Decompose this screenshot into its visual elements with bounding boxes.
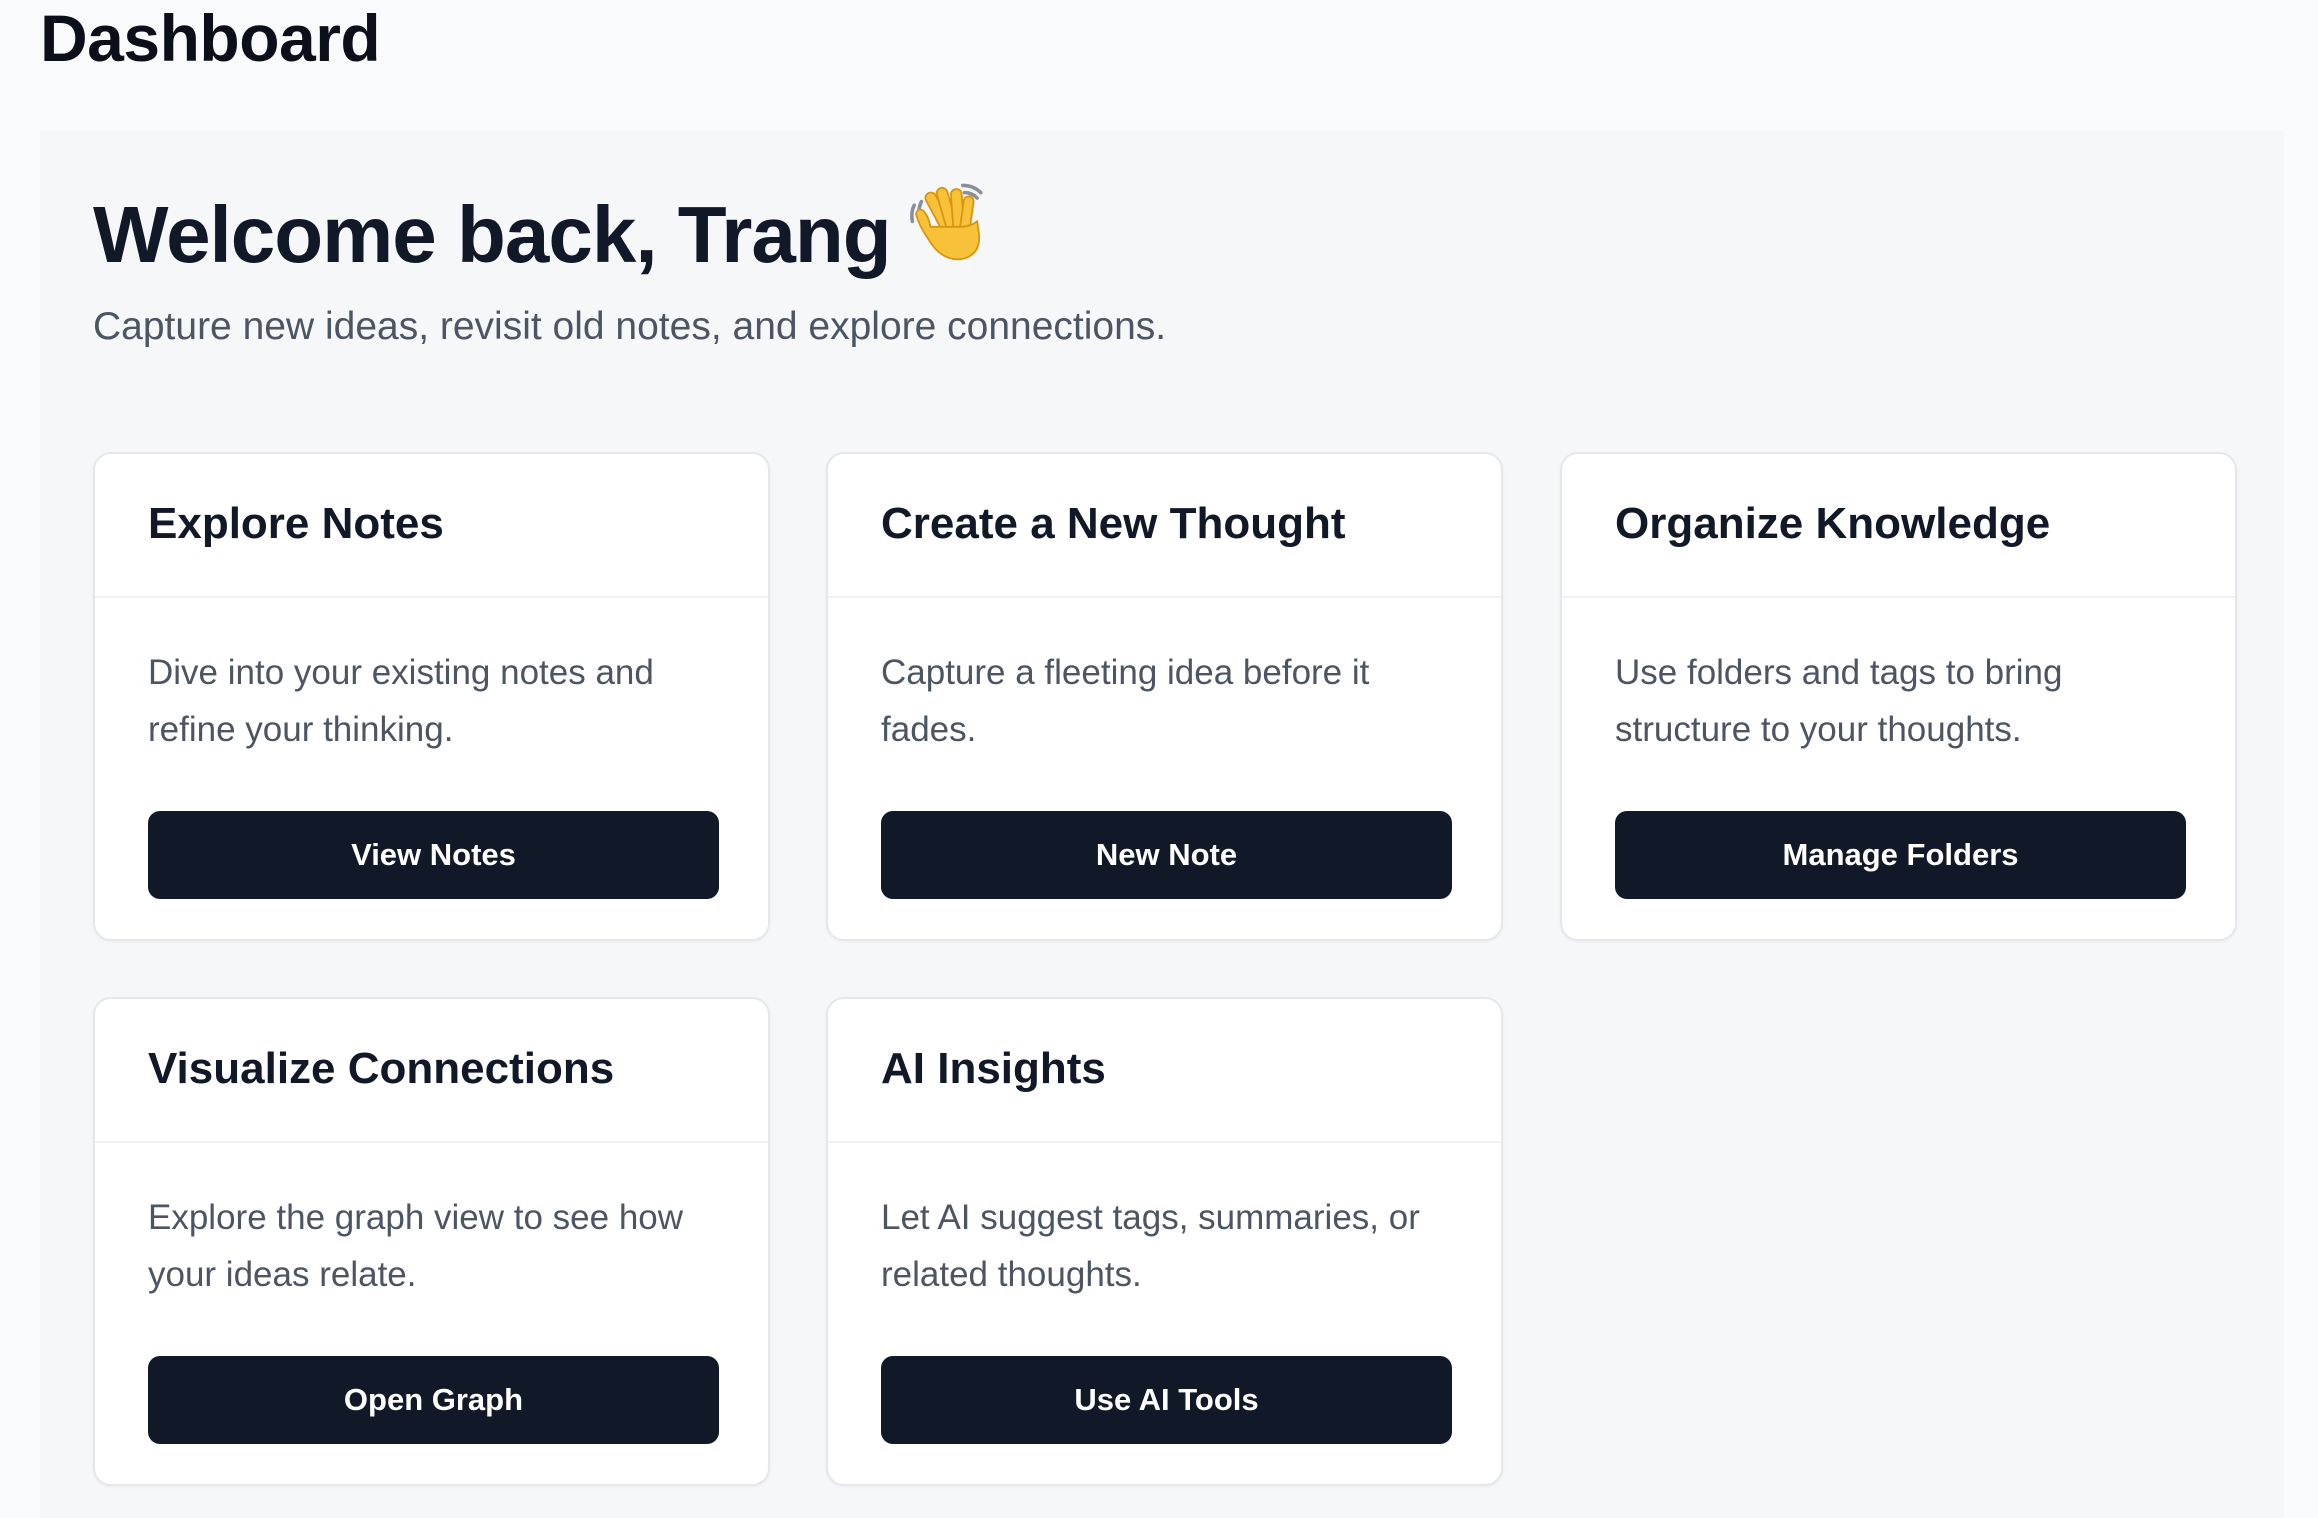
card-title: Visualize Connections (148, 1044, 615, 1093)
card-title: Create a New Thought (881, 499, 1346, 548)
new-note-button[interactable]: New Note (881, 811, 1452, 899)
card-header: AI Insights (828, 999, 1501, 1143)
top-bar: Dashboard (0, 0, 2318, 130)
card-header: Visualize Connections (95, 999, 768, 1143)
card-organize-knowledge: Organize Knowledge Use folders and tags … (1560, 452, 2237, 941)
card-title: Organize Knowledge (1615, 499, 2051, 548)
card-description: Let AI suggest tags, summaries, or relat… (881, 1198, 1420, 1294)
card-title: Explore Notes (148, 499, 444, 548)
card-visualize-connections: Visualize Connections Explore the graph … (93, 997, 770, 1486)
card-create-new-thought: Create a New Thought Capture a fleeting … (826, 452, 1503, 941)
dashboard-main: Welcome back, Trang Capture new ideas, r… (40, 130, 2284, 1518)
card-header: Explore Notes (95, 454, 768, 598)
card-ai-insights: AI Insights Let AI suggest tags, summari… (826, 997, 1503, 1486)
card-description: Use folders and tags to bring structure … (1615, 653, 2063, 749)
welcome-heading: Welcome back, Trang (93, 180, 997, 285)
card-description: Explore the graph view to see how your i… (148, 1198, 684, 1294)
welcome-subtitle: Capture new ideas, revisit old notes, an… (93, 305, 1167, 348)
waving-hand-icon (909, 183, 983, 261)
card-explore-notes: Explore Notes Dive into your existing no… (93, 452, 770, 941)
card-title: AI Insights (881, 1044, 1106, 1093)
open-graph-button[interactable]: Open Graph (148, 1356, 719, 1444)
welcome-heading-text: Welcome back, Trang (93, 190, 892, 279)
view-notes-button[interactable]: View Notes (148, 811, 719, 899)
card-description: Capture a fleeting idea before it fades. (881, 653, 1370, 749)
card-header: Organize Knowledge (1562, 454, 2235, 598)
use-ai-tools-button[interactable]: Use AI Tools (881, 1356, 1452, 1444)
app-title: Dashboard (40, 1, 381, 75)
card-description: Dive into your existing notes and refine… (148, 653, 654, 749)
manage-folders-button[interactable]: Manage Folders (1615, 811, 2186, 899)
card-header: Create a New Thought (828, 454, 1501, 598)
